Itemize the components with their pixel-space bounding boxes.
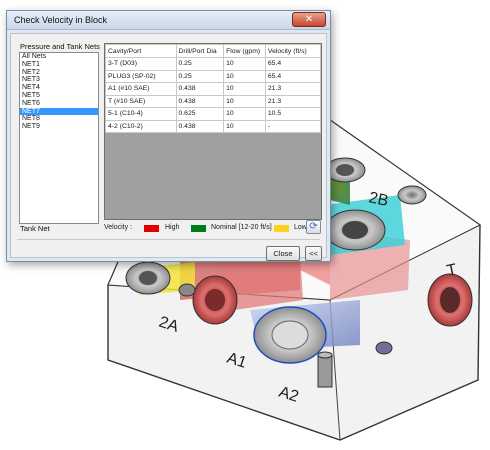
table-cell: A1 (#10 SAE) — [105, 82, 177, 96]
table-cell: 65.4 — [264, 69, 321, 83]
title-bar[interactable]: Check Velocity in Block ✕ — [7, 11, 330, 30]
table-cell: 10 — [223, 94, 266, 108]
legend-swatch-low — [274, 225, 289, 232]
column-header[interactable]: Flow (gpm) — [223, 44, 266, 58]
table-cell: 0.25 — [175, 69, 225, 83]
table-cell: PLUG3 (SP-02) — [105, 69, 177, 83]
net-list[interactable]: All Nets NET1 NET2 NET3 NET4 NET5 NET6 N… — [19, 52, 99, 224]
table-cell: 0.438 — [175, 94, 225, 108]
legend-swatch-high — [144, 225, 159, 232]
tank-net-label: Tank Net — [20, 224, 50, 233]
table-cell: 0.625 — [175, 107, 225, 121]
table-cell: 3-T (D03) — [105, 57, 177, 71]
net-item[interactable]: NET9 — [20, 123, 98, 131]
check-velocity-dialog: Check Velocity in Block ✕ Pressure and T… — [6, 10, 331, 262]
net-item[interactable]: NET5 — [20, 92, 98, 100]
table-cell: 65.4 — [264, 57, 321, 71]
table-cell: - — [264, 119, 321, 133]
table-row[interactable]: A1 (#10 SAE) 0.438 10 21.3 — [105, 82, 321, 96]
table-row[interactable]: 5-1 (C10-4) 0.625 10 10.5 — [105, 107, 321, 121]
window-close-button[interactable]: ✕ — [292, 12, 326, 27]
table-row[interactable]: 3-T (D03) 0.25 10 65.4 — [105, 57, 321, 71]
column-header[interactable]: Velocity (ft/s) — [264, 44, 321, 58]
table-row[interactable]: T (#10 SAE) 0.438 10 21.3 — [105, 94, 321, 108]
separator — [17, 239, 320, 240]
table-row[interactable]: PLUG3 (SP-02) 0.25 10 65.4 — [105, 69, 321, 83]
legend-label-nominal: Nominal [12-20 ft/s] — [211, 224, 272, 231]
velocity-table[interactable]: Cavity/Port Drill/Port Dia Flow (gpm) Ve… — [104, 43, 322, 220]
net-item[interactable]: NET6 — [20, 100, 98, 108]
velocity-label: Velocity : — [104, 224, 133, 231]
table-cell: T (#10 SAE) — [105, 94, 177, 108]
refresh-icon[interactable]: ⟳ — [306, 220, 321, 234]
table-cell: 0.25 — [175, 57, 225, 71]
table-cell: 10 — [223, 107, 266, 121]
dialog-title: Check Velocity in Block — [14, 15, 108, 25]
net-item[interactable]: NET8 — [20, 115, 98, 123]
column-header[interactable]: Cavity/Port — [105, 44, 177, 58]
table-cell: 10 — [223, 69, 266, 83]
legend-label-low: Low — [294, 224, 307, 231]
collapse-button[interactable]: << — [305, 246, 322, 261]
table-row[interactable]: 4-2 (C10-2) 0.438 10 - — [105, 119, 321, 133]
nets-label: Pressure and Tank Nets — [20, 42, 100, 51]
table-cell: 10 — [223, 57, 266, 71]
table-cell: 21.3 — [264, 94, 321, 108]
table-cell: 0.438 — [175, 119, 225, 133]
net-item[interactable]: NET3 — [20, 76, 98, 84]
velocity-legend: Velocity : High Nominal [12-20 ft/s] Low — [104, 222, 324, 234]
net-item-selected[interactable]: NET7 — [20, 107, 98, 116]
table-cell: 10 — [223, 82, 266, 96]
table-cell: 10.5 — [264, 107, 321, 121]
legend-swatch-nominal — [191, 225, 206, 232]
table-cell: 10 — [223, 119, 266, 133]
net-item[interactable]: NET1 — [20, 61, 98, 69]
net-item[interactable]: NET2 — [20, 69, 98, 77]
column-header[interactable]: Drill/Port Dia — [175, 44, 225, 58]
net-item[interactable]: NET4 — [20, 84, 98, 92]
table-cell: 0.438 — [175, 82, 225, 96]
table-header-row: Cavity/Port Drill/Port Dia Flow (gpm) Ve… — [105, 44, 321, 58]
table-cell: 5-1 (C10-4) — [105, 107, 177, 121]
net-item-all[interactable]: All Nets — [20, 53, 98, 61]
close-button[interactable]: Close — [266, 246, 300, 261]
table-cell: 21.3 — [264, 82, 321, 96]
dialog-client: Pressure and Tank Nets All Nets NET1 NET… — [10, 33, 327, 261]
legend-label-high: High — [165, 224, 180, 231]
table-cell: 4-2 (C10-2) — [105, 119, 177, 133]
